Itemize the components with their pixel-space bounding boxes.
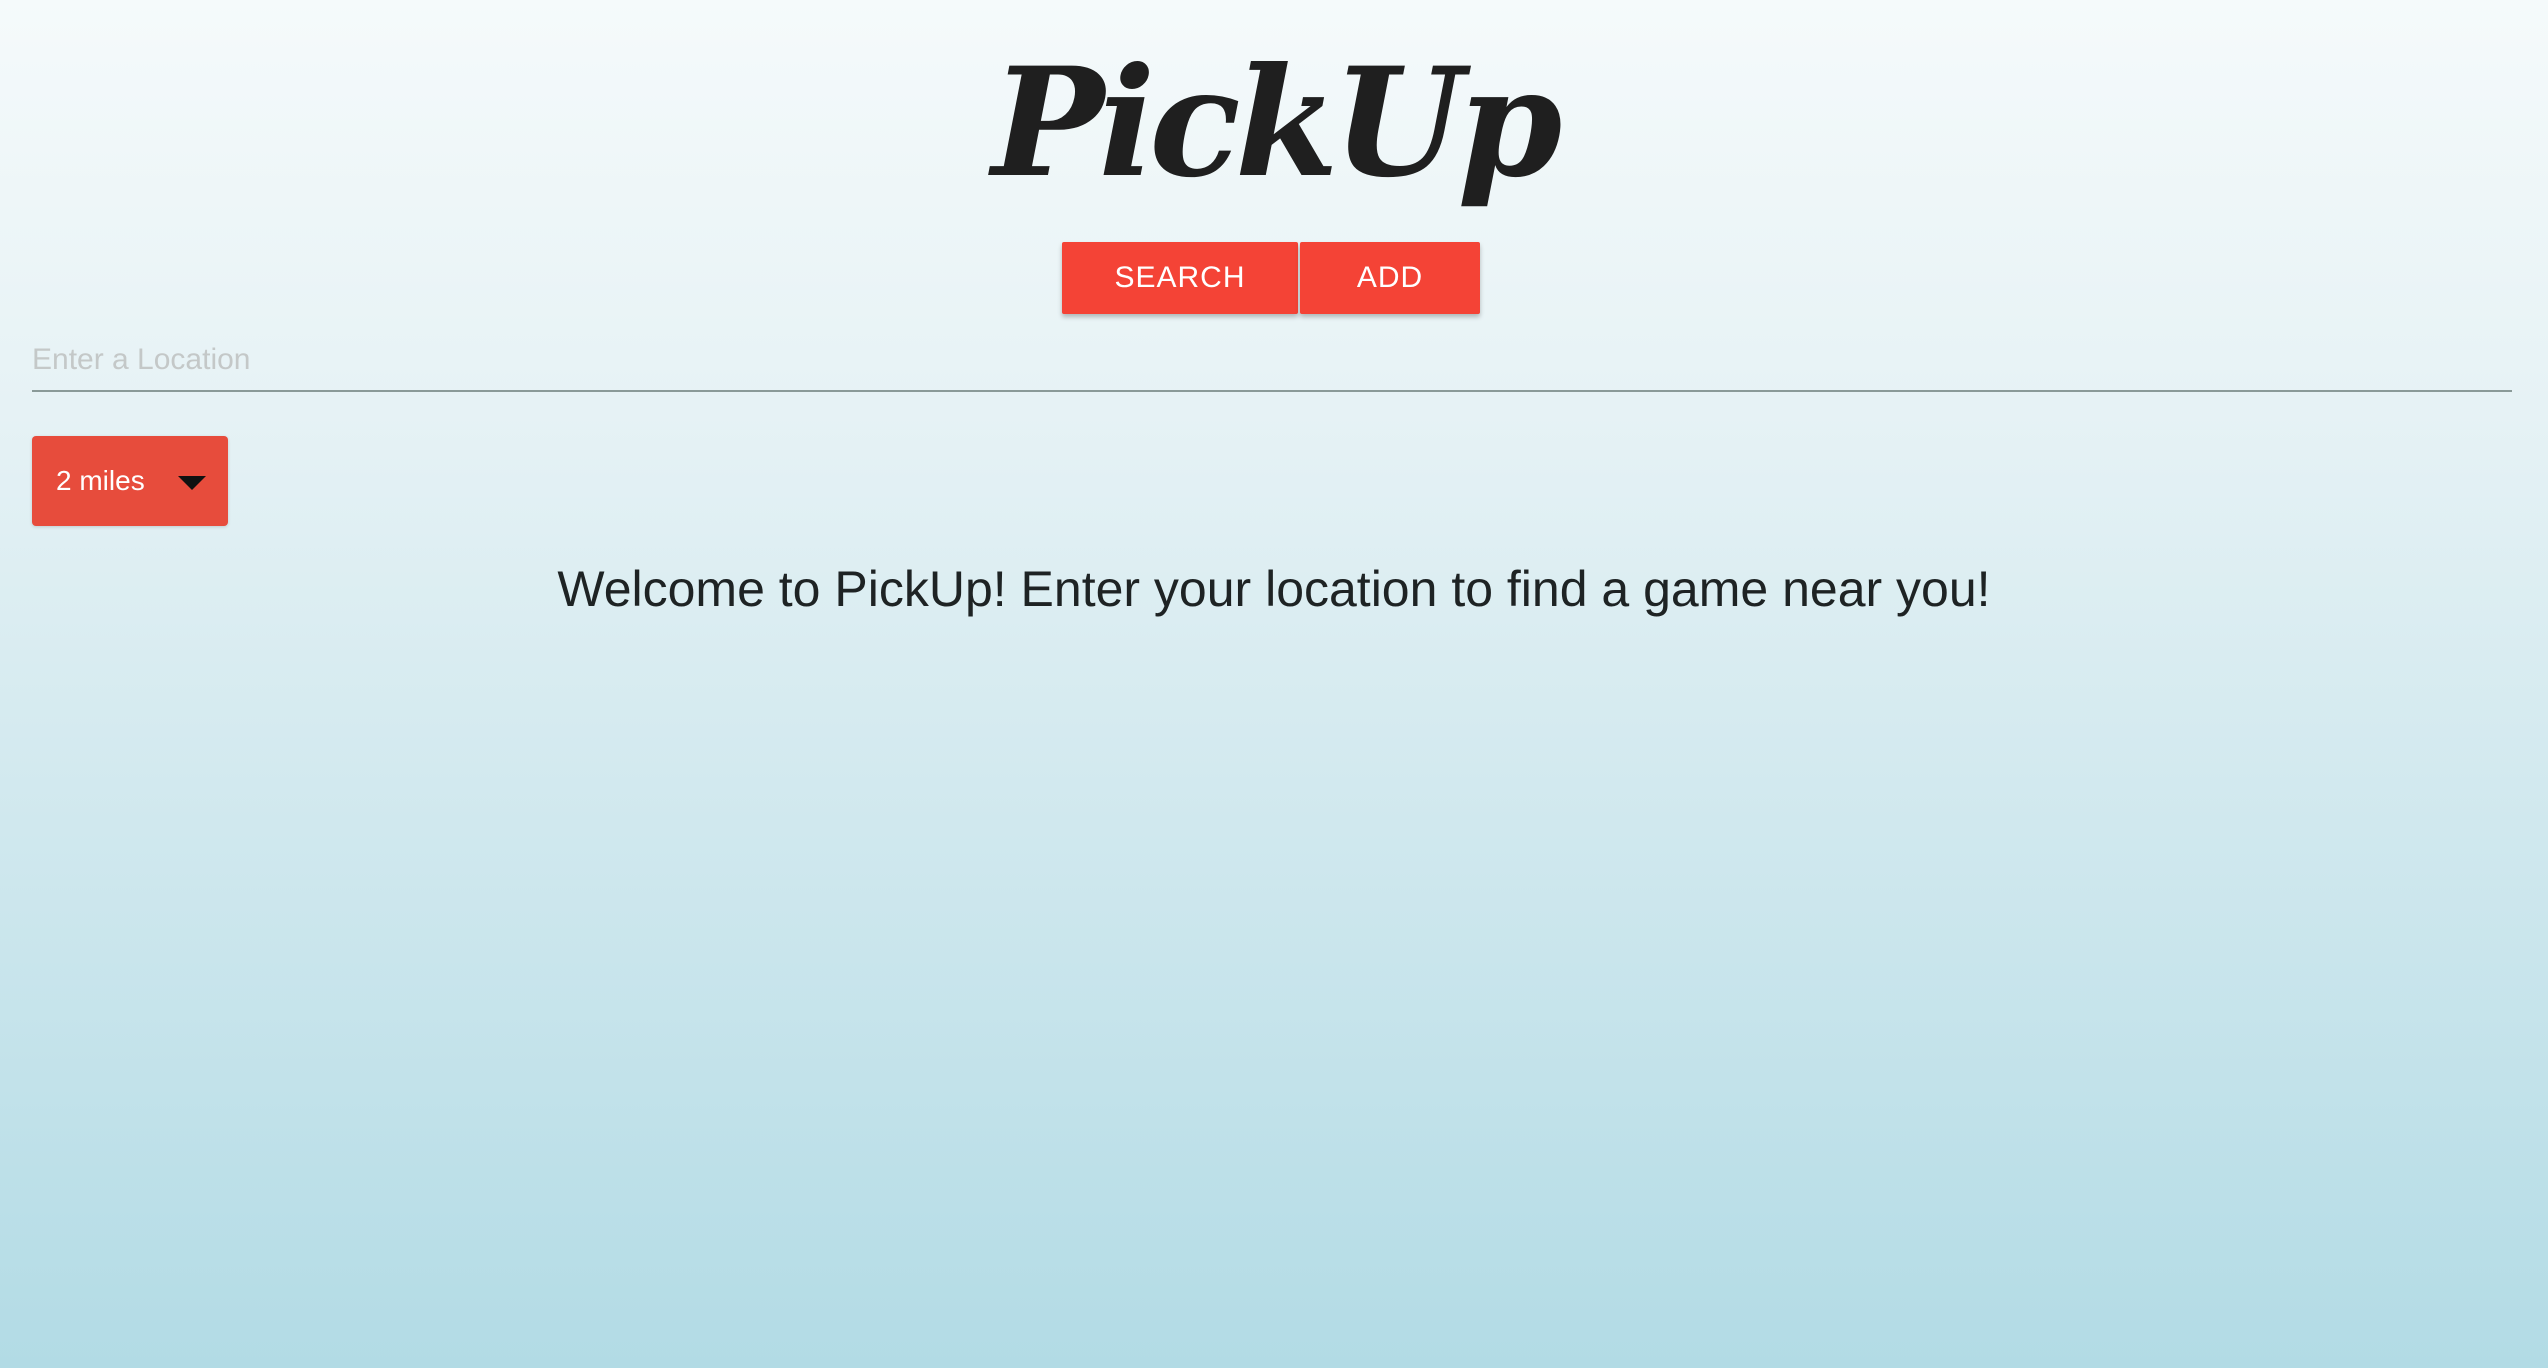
pickup-logo: PickUp <box>991 35 1563 211</box>
distance-dropdown[interactable]: 2 miles <box>32 436 228 526</box>
welcome-message: Welcome to PickUp! Enter your location t… <box>557 561 1991 617</box>
distance-selected-value: 2 miles <box>56 465 145 496</box>
nav-button-group: SEARCH ADD <box>1062 242 1480 314</box>
add-button[interactable]: ADD <box>1300 242 1480 314</box>
location-input[interactable] <box>32 330 2512 392</box>
search-button[interactable]: SEARCH <box>1062 242 1298 314</box>
caret-down-icon <box>178 476 206 490</box>
